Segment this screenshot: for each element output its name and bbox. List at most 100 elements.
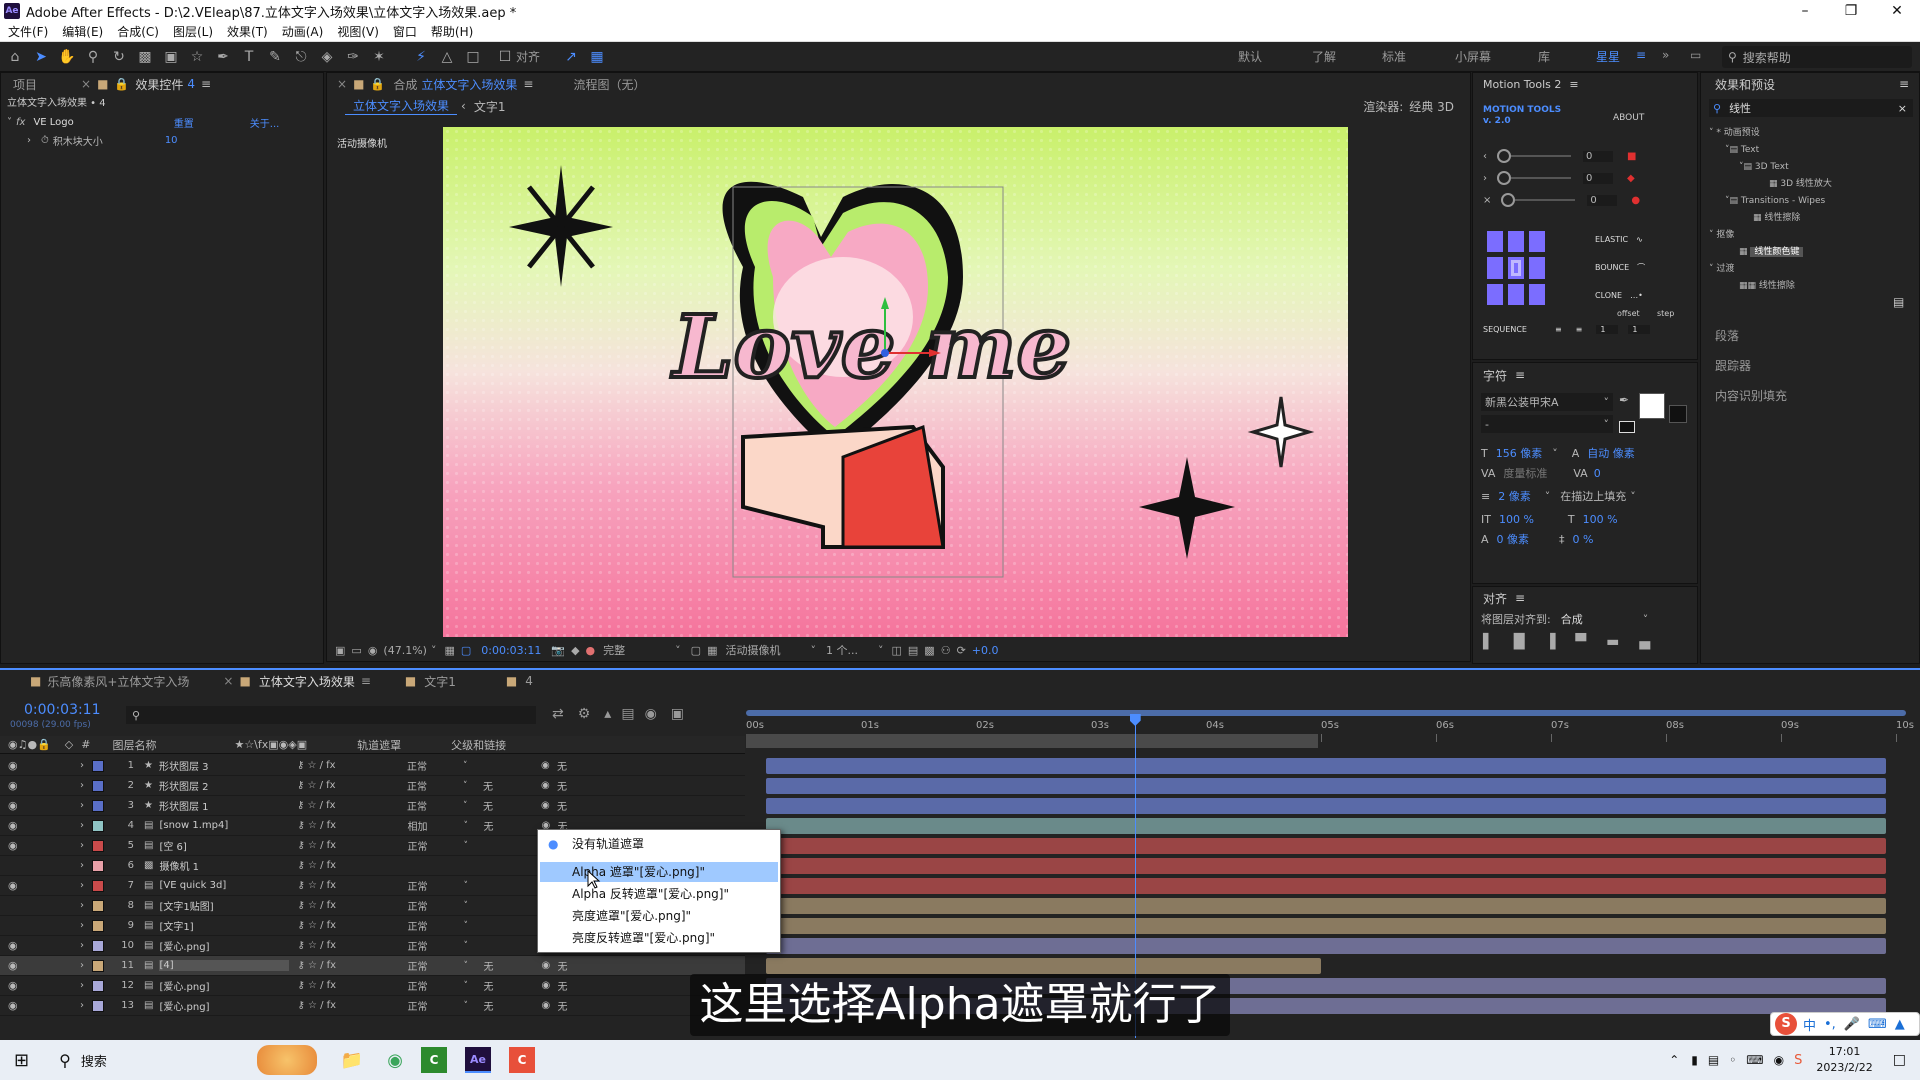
- fill-color-swatch[interactable]: [1639, 393, 1665, 419]
- elastic-button[interactable]: ELASTIC: [1595, 235, 1628, 244]
- layer-mode[interactable]: 正常: [407, 878, 463, 893]
- twirl-arrow-icon[interactable]: ›: [80, 860, 84, 871]
- layer-track-matte[interactable]: 无: [483, 778, 541, 793]
- comp-mini-flowchart-icon[interactable]: ⇄: [552, 706, 564, 722]
- menu-edit[interactable]: 编辑(E): [62, 23, 103, 40]
- visibility-eye-icon[interactable]: ◉: [8, 759, 22, 772]
- views-layout-dropdown[interactable]: 1 个...: [826, 642, 858, 658]
- font-size-value[interactable]: 156 像素: [1496, 445, 1543, 461]
- mode-chevron-icon[interactable]: ˅: [463, 821, 483, 831]
- snap-icon[interactable]: ↗: [560, 46, 582, 68]
- slider-1-value[interactable]: 0: [1583, 150, 1613, 162]
- mode-chevron-icon[interactable]: ˅: [463, 881, 483, 891]
- align-top-icon[interactable]: ▀: [1575, 634, 1586, 650]
- align-vcenter-icon[interactable]: ▬: [1606, 634, 1619, 650]
- layer-label-color[interactable]: [92, 779, 104, 792]
- twirl-arrow-icon[interactable]: ›: [80, 840, 84, 851]
- layer-name[interactable]: 形状图层 3: [159, 758, 289, 773]
- minimize-icon[interactable]: –: [1782, 0, 1828, 22]
- align-checkbox-icon[interactable]: ☐: [494, 46, 516, 68]
- layer-parent[interactable]: 无: [557, 958, 617, 973]
- layer-duration-bar[interactable]: [766, 798, 1886, 814]
- step-value[interactable]: 1: [1628, 325, 1651, 334]
- snapshot-region-icon[interactable]: ▣: [335, 644, 345, 657]
- align-hcenter-icon[interactable]: █: [1514, 634, 1525, 650]
- stroke-width-value[interactable]: 2 像素: [1498, 488, 1531, 504]
- workspace-stars[interactable]: 星星: [1596, 48, 1620, 65]
- ime-skin-icon[interactable]: ▲: [1895, 1017, 1905, 1032]
- lock-icon[interactable]: 🔒: [114, 77, 129, 91]
- baseline-shift-value[interactable]: 0 像素: [1497, 531, 1530, 547]
- menu-view[interactable]: 视图(V): [337, 23, 379, 40]
- search-help-field[interactable]: ⚲ 搜索帮助: [1722, 46, 1912, 68]
- workspace-default[interactable]: 默认: [1238, 48, 1262, 65]
- col-track-matte[interactable]: 轨道遮罩: [357, 737, 401, 753]
- both-arrow-icon[interactable]: ×: [1483, 195, 1491, 206]
- home-icon[interactable]: ⌂: [4, 46, 26, 68]
- anchor-bl[interactable]: [1487, 283, 1503, 305]
- timeline-tab-1[interactable]: 立体文字入场效果: [259, 673, 355, 690]
- option-luma-matte[interactable]: 亮度遮罩"[爱心.png]": [540, 906, 778, 926]
- col-layer-name[interactable]: 图层名称: [112, 737, 156, 753]
- layer-mode[interactable]: 正常: [407, 838, 463, 853]
- anchor-mr[interactable]: [1529, 257, 1545, 279]
- twirl-arrow-icon[interactable]: ›: [80, 900, 84, 911]
- layer-duration-bar[interactable]: [766, 778, 1886, 794]
- align-right-icon[interactable]: ▐: [1545, 634, 1556, 650]
- clear-search-icon[interactable]: ×: [1898, 102, 1907, 115]
- view-axis-icon[interactable]: □: [462, 46, 484, 68]
- mode-chevron-icon[interactable]: ˅: [463, 781, 483, 791]
- layer-mode[interactable]: 正常: [407, 938, 463, 953]
- layer-mode[interactable]: 正常: [407, 758, 463, 773]
- resolution-chevron-icon[interactable]: ˅: [675, 644, 681, 657]
- mode-chevron-icon[interactable]: ˅: [463, 921, 483, 931]
- layer-label-color[interactable]: [92, 799, 104, 812]
- layer-name[interactable]: [爱心.png]: [159, 938, 289, 953]
- workspace-learn[interactable]: 了解: [1312, 48, 1336, 65]
- tree-item-text[interactable]: ˅▤ Text: [1709, 142, 1915, 159]
- work-area-bar[interactable]: [746, 710, 1906, 716]
- shy-layers-icon[interactable]: ▴: [604, 706, 611, 722]
- anchor-bc[interactable]: [1508, 283, 1524, 305]
- timeline-timecode[interactable]: 0:00:03:11: [24, 702, 101, 718]
- layer-label-color[interactable]: [92, 819, 104, 832]
- layer-row[interactable]: ◉ › 3 ★ 形状图层 1 ⚷ ☆ / fx 正常 ˅ 无 ◉ 无: [0, 796, 745, 816]
- slider-2-knob[interactable]: [1497, 171, 1511, 185]
- mode-chevron-icon[interactable]: ˅: [463, 801, 483, 811]
- font-style-dropdown[interactable]: - ˅: [1481, 415, 1613, 433]
- slider-1-knob[interactable]: [1497, 149, 1511, 163]
- world-axis-icon[interactable]: △: [436, 46, 458, 68]
- layer-name[interactable]: 摄像机 1: [159, 858, 289, 873]
- zoom-tool-icon[interactable]: ⚲: [82, 46, 104, 68]
- mode-chevron-icon[interactable]: ˅: [463, 841, 483, 851]
- effects-menu-icon[interactable]: ≡: [1899, 77, 1909, 91]
- anchor-mc[interactable]: [1508, 257, 1524, 279]
- zoom-dropdown[interactable]: (47.1%): [383, 644, 427, 657]
- layer-switches-icon[interactable]: ⚷ ☆ / fx: [297, 1000, 407, 1011]
- stroke-color-swatch[interactable]: [1669, 405, 1687, 423]
- layer-mode[interactable]: 正常: [407, 898, 463, 913]
- menu-composition[interactable]: 合成(C): [117, 23, 159, 40]
- panel-content-aware-fill[interactable]: 内容识别填充: [1715, 381, 1915, 411]
- crumb-layer[interactable]: 文字1: [474, 98, 506, 115]
- layer-label-color[interactable]: [92, 939, 104, 952]
- font-family-dropdown[interactable]: 新黑公装甲宋A ˅: [1481, 393, 1613, 411]
- layer-duration-bar[interactable]: [766, 878, 1886, 894]
- monitor-icon[interactable]: ▭: [351, 644, 361, 657]
- align-menu-icon[interactable]: ≡: [1515, 591, 1525, 605]
- layer-label-color[interactable]: [92, 879, 104, 892]
- tree-item-transition[interactable]: ˅ 过渡: [1709, 261, 1915, 278]
- layer-name[interactable]: [文字1]: [159, 918, 289, 933]
- visibility-eye-icon[interactable]: ◉: [8, 879, 22, 892]
- layer-duration-bar[interactable]: [766, 918, 1886, 934]
- pickwhip-icon[interactable]: ◉: [541, 800, 557, 811]
- snap-grid-icon[interactable]: ▦: [586, 46, 608, 68]
- selection-tool-icon[interactable]: ➤: [30, 46, 52, 68]
- align-bottom-icon[interactable]: ▄: [1639, 634, 1650, 650]
- twirl-arrow-icon[interactable]: ›: [80, 820, 84, 831]
- twirl-arrow-icon[interactable]: ›: [80, 980, 84, 991]
- bounce-button[interactable]: BOUNCE: [1595, 263, 1629, 272]
- camera-view-dropdown[interactable]: 活动摄像机: [725, 642, 780, 658]
- align-to-dropdown[interactable]: 合成: [1561, 611, 1583, 627]
- sequence-button[interactable]: SEQUENCE: [1483, 325, 1527, 334]
